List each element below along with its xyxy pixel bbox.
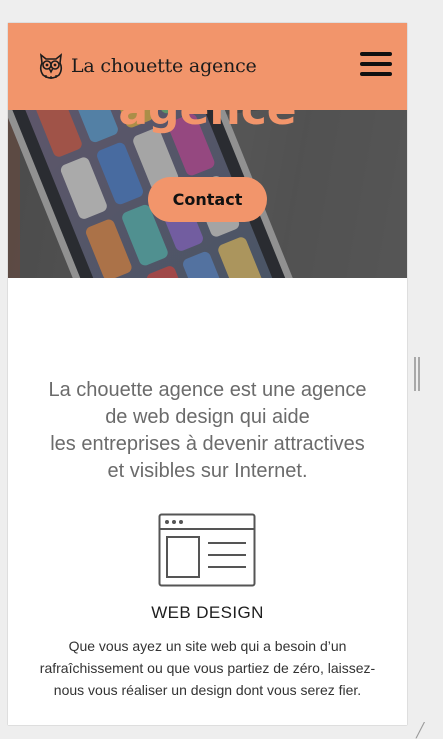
contact-button[interactable]: Contact: [148, 177, 267, 222]
intro-line: La chouette agence est une agence: [48, 379, 367, 401]
hero-title: agence: [8, 110, 407, 135]
scrollbar-handle[interactable]: [414, 357, 420, 391]
intro-line: de web design qui aide: [105, 406, 310, 428]
site-header: La chouette agence: [8, 23, 407, 110]
service-description-line: Que vous ayez un site web qui a besoin d…: [68, 638, 347, 654]
resize-grip-icon[interactable]: ╱: [416, 724, 424, 738]
hamburger-menu-icon[interactable]: [360, 52, 392, 78]
service-description: Que vous ayez un site web qui a besoin d…: [8, 635, 407, 701]
intro-line: et visibles sur Internet.: [107, 460, 308, 482]
service-description-line: rafraîchissement ou que vous partiez de …: [39, 660, 376, 676]
mobile-viewport: La chouette agence Contact La chouette a…: [8, 23, 407, 725]
hero-banner: agence Contact: [8, 110, 407, 278]
intro-line: les entreprises à devenir attractives: [50, 433, 365, 455]
service-title: WEB DESIGN: [151, 603, 264, 622]
logo[interactable]: La chouette agence: [37, 49, 257, 83]
service-description-line: nous vous réaliser un design dont vous s…: [53, 682, 362, 698]
web-design-icon: [158, 513, 256, 587]
logo-text: La chouette agence: [71, 55, 257, 77]
intro-text: La chouette agence est une agence de web…: [8, 377, 407, 485]
owl-logo-icon: [39, 53, 63, 79]
